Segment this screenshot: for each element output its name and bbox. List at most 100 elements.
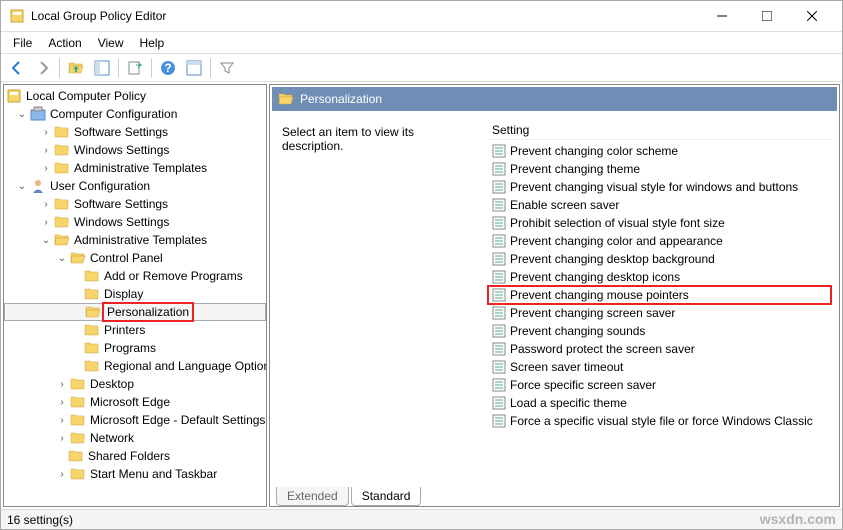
folder-icon [84,268,100,284]
chevron-right-icon[interactable]: › [56,432,68,444]
folder-icon [70,394,86,410]
detail-list[interactable]: Setting Prevent changing color schemePre… [484,121,835,478]
tree-cc-windows[interactable]: › Windows Settings [4,141,266,159]
tree-computer-config[interactable]: ⌄ Computer Configuration [4,105,266,123]
list-item[interactable]: Prevent changing color scheme [488,142,831,160]
folder-icon [278,91,294,107]
chevron-right-icon[interactable]: › [40,198,52,210]
show-hide-tree-button[interactable] [90,56,114,80]
menu-action[interactable]: Action [40,34,89,52]
export-button[interactable] [123,56,147,80]
list-item[interactable]: Prevent changing visual style for window… [488,178,831,196]
list-item[interactable]: Prevent changing screen saver [488,304,831,322]
chevron-right-icon[interactable]: › [40,162,52,174]
policy-item-icon [492,414,506,428]
close-button[interactable] [789,1,834,31]
chevron-down-icon[interactable]: ⌄ [16,108,28,120]
list-item[interactable]: Prevent changing sounds [488,322,831,340]
chevron-down-icon[interactable]: ⌄ [56,252,68,264]
list-item[interactable]: Password protect the screen saver [488,340,831,358]
tree-uc-software[interactable]: › Software Settings [4,195,266,213]
policy-item-icon [492,198,506,212]
policy-item-icon [492,396,506,410]
folder-icon [54,232,70,248]
chevron-right-icon[interactable]: › [40,216,52,228]
list-item[interactable]: Screen saver timeout [488,358,831,376]
tree-printers[interactable]: Printers [4,321,266,339]
detail-tabs: Extended Standard [270,482,839,506]
menu-view[interactable]: View [90,34,132,52]
minimize-button[interactable] [699,1,744,31]
tree-pane[interactable]: Local Computer Policy ⌄ Computer Configu… [3,84,267,507]
list-item[interactable]: Force specific screen saver [488,376,831,394]
tree-desktop[interactable]: › Desktop [4,375,266,393]
folder-icon [85,304,101,320]
folder-icon [54,214,70,230]
folder-icon [54,160,70,176]
tree-personalization[interactable]: Personalization [4,303,266,321]
list-item[interactable]: Prevent changing desktop background [488,250,831,268]
up-button[interactable] [64,56,88,80]
list-column-header[interactable]: Setting [488,121,831,140]
detail-description: Select an item to view its description. [274,121,484,478]
forward-button[interactable] [31,56,55,80]
list-item[interactable]: Load a specific theme [488,394,831,412]
list-item[interactable]: Prohibit selection of visual style font … [488,214,831,232]
tree-label: Local Computer Policy [26,89,146,103]
tab-standard[interactable]: Standard [351,487,422,506]
list-item[interactable]: Force a specific visual style file or fo… [488,412,831,430]
folder-icon [70,466,86,482]
tree-user-config[interactable]: ⌄ User Configuration [4,177,266,195]
tree-ms-edge-default[interactable]: › Microsoft Edge - Default Settings [4,411,266,429]
tree-cc-admin[interactable]: › Administrative Templates [4,159,266,177]
tree-label: Network [90,431,134,445]
properties-button[interactable] [182,56,206,80]
chevron-right-icon[interactable]: › [56,396,68,408]
list-item-label: Prevent changing visual style for window… [510,180,798,194]
maximize-button[interactable] [744,1,789,31]
chevron-down-icon[interactable]: ⌄ [40,234,52,246]
watermark: wsxdn.com [760,511,836,527]
tree-shared-folders[interactable]: Shared Folders [4,447,266,465]
chevron-right-icon[interactable]: › [56,414,68,426]
chevron-right-icon[interactable]: › [56,378,68,390]
tree-root[interactable]: Local Computer Policy [4,87,266,105]
list-item[interactable]: Prevent changing desktop icons [488,268,831,286]
help-button[interactable]: ? [156,56,180,80]
tree-start-menu[interactable]: › Start Menu and Taskbar [4,465,266,483]
policy-item-icon [492,270,506,284]
list-item-label: Prevent changing desktop background [510,252,715,266]
tree-regional[interactable]: Regional and Language Options [4,357,266,375]
tree-display[interactable]: Display [4,285,266,303]
list-item-label: Password protect the screen saver [510,342,695,356]
statusbar: 16 setting(s) [1,509,842,529]
tree-label: Regional and Language Options [104,359,267,373]
chevron-down-icon[interactable]: ⌄ [16,180,28,192]
tree-label: Windows Settings [74,215,169,229]
tree-add-remove[interactable]: Add or Remove Programs [4,267,266,285]
folder-icon [70,376,86,392]
list-item[interactable]: Prevent changing theme [488,160,831,178]
folder-icon [84,358,100,374]
tab-extended[interactable]: Extended [276,487,349,506]
filter-button[interactable] [215,56,239,80]
tree-programs[interactable]: Programs [4,339,266,357]
list-item[interactable]: Prevent changing color and appearance [488,232,831,250]
list-item[interactable]: Enable screen saver [488,196,831,214]
chevron-right-icon[interactable]: › [40,126,52,138]
folder-icon [70,412,86,428]
chevron-right-icon[interactable]: › [40,144,52,156]
tree-ms-edge[interactable]: › Microsoft Edge [4,393,266,411]
tree-network[interactable]: › Network [4,429,266,447]
menu-file[interactable]: File [5,34,40,52]
tree-control-panel[interactable]: ⌄ Control Panel [4,249,266,267]
tree-cc-software[interactable]: › Software Settings [4,123,266,141]
menubar: File Action View Help [1,32,842,54]
back-button[interactable] [5,56,29,80]
menu-help[interactable]: Help [132,34,173,52]
tree-uc-windows[interactable]: › Windows Settings [4,213,266,231]
chevron-right-icon[interactable]: › [56,468,68,480]
list-item[interactable]: Prevent changing mouse pointers [488,286,831,304]
tree-uc-admin[interactable]: ⌄ Administrative Templates [4,231,266,249]
folder-icon [70,430,86,446]
